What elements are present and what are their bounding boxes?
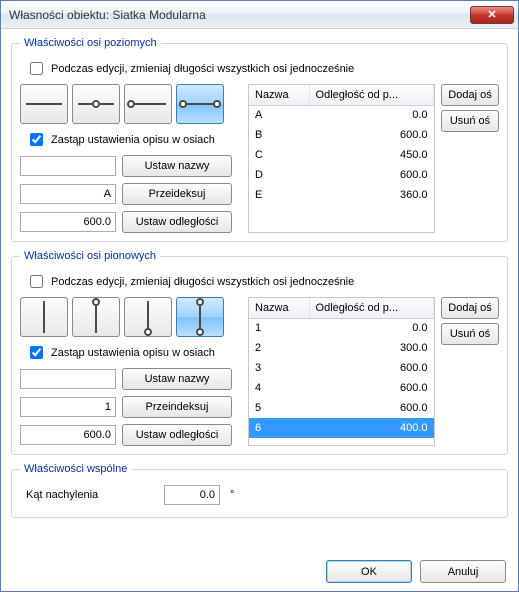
table-row[interactable]: 2300.0 [249, 338, 434, 358]
horiz-col-name[interactable]: Nazwa [249, 85, 309, 105]
cell-dist: 600.0 [309, 125, 433, 145]
cell-dist: 0.0 [309, 105, 433, 125]
vert-linestyle-row [20, 297, 242, 337]
vert-set-dist-button[interactable]: Ustaw odległości [122, 424, 232, 446]
cell-name: 6 [249, 418, 309, 438]
close-button[interactable]: ✕ [470, 6, 514, 24]
cell-dist: 600.0 [309, 378, 433, 398]
table-row[interactable]: A0.0 [249, 105, 434, 125]
vert-dist-input[interactable] [20, 425, 116, 445]
vert-del-axis-button[interactable]: Usuń oś [441, 323, 499, 345]
vert-linestyle-both[interactable] [176, 297, 224, 337]
table-row[interactable]: 5600.0 [249, 398, 434, 418]
cell-name: A [249, 105, 309, 125]
vert-edit-all-checkbox[interactable] [30, 275, 43, 288]
horiz-empty-input[interactable] [20, 156, 116, 176]
cell-dist: 450.0 [309, 145, 433, 165]
table-row[interactable]: 6400.0 [249, 418, 434, 438]
horiz-linestyle-row [20, 84, 242, 124]
horiz-linestyle-left[interactable] [124, 84, 172, 124]
horiz-linestyle-both[interactable] [176, 84, 224, 124]
cell-name: C [249, 145, 309, 165]
cell-name: 1 [249, 318, 309, 338]
angle-input[interactable] [164, 485, 220, 505]
cell-dist: 600.0 [309, 165, 433, 185]
cell-name: E [249, 185, 309, 205]
table-row[interactable]: D600.0 [249, 165, 434, 185]
cell-name: 5 [249, 398, 309, 418]
horiz-side-buttons: Dodaj oś Usuń oś [441, 84, 499, 233]
ok-button[interactable]: OK [326, 560, 412, 583]
table-row[interactable]: 4600.0 [249, 378, 434, 398]
angle-label: Kąt nachylenia [26, 489, 156, 501]
group-horizontal-axes: Właściwości osi poziomych Podczas edycji… [11, 37, 508, 242]
cell-name: B [249, 125, 309, 145]
vert-linestyle-bottom[interactable] [124, 297, 172, 337]
horiz-col-dist[interactable]: Odległość od p... [309, 85, 433, 105]
angle-unit: ° [230, 489, 234, 501]
dialog-footer: OK Anuluj [1, 552, 518, 591]
vert-left-column: Zastąp ustawienia opisu w osiach Ustaw n… [20, 297, 242, 446]
horiz-edit-all-checkbox[interactable] [30, 62, 43, 75]
horiz-edit-all-label: Podczas edycji, zmieniaj długości wszyst… [51, 63, 354, 75]
dialog-window: Własności obiektu: Siatka Modularna ✕ Wł… [0, 0, 519, 592]
cell-dist: 0.0 [309, 318, 433, 338]
horiz-name-input[interactable] [20, 184, 116, 204]
cell-dist: 360.0 [309, 185, 433, 205]
vert-add-axis-button[interactable]: Dodaj oś [441, 297, 499, 319]
group-vertical-axes: Właściwości osi pionowych Podczas edycji… [11, 250, 508, 455]
cell-dist: 600.0 [309, 358, 433, 378]
group-common-legend: Właściwości wspólne [20, 463, 131, 475]
dialog-body: Właściwości osi poziomych Podczas edycji… [1, 29, 518, 552]
horiz-override-label: Zastąp ustawienia opisu w osiach [51, 134, 215, 146]
group-vertical-legend: Właściwości osi pionowych [20, 250, 160, 262]
horiz-set-names-button[interactable]: Ustaw nazwy [122, 155, 232, 177]
horiz-dist-input[interactable] [20, 212, 116, 232]
table-row[interactable]: B600.0 [249, 125, 434, 145]
close-icon: ✕ [487, 8, 496, 21]
table-row[interactable]: 10.0 [249, 318, 434, 338]
vert-col-dist[interactable]: Odległość od p... [309, 298, 433, 318]
cell-name: 3 [249, 358, 309, 378]
vert-reindex-button[interactable]: Przeindeksuj [122, 396, 232, 418]
cell-dist: 400.0 [309, 418, 433, 438]
cell-name: 2 [249, 338, 309, 358]
table-row[interactable]: E360.0 [249, 185, 434, 205]
table-row[interactable]: 3600.0 [249, 358, 434, 378]
vert-linestyle-none[interactable] [20, 297, 68, 337]
horiz-reindex-button[interactable]: Przeideksuj [122, 183, 232, 205]
table-row[interactable]: C450.0 [249, 145, 434, 165]
horiz-set-dist-button[interactable]: Ustaw odległości [122, 211, 232, 233]
cell-name: 4 [249, 378, 309, 398]
vert-override-checkbox[interactable] [30, 346, 43, 359]
vert-override-label: Zastąp ustawienia opisu w osiach [51, 347, 215, 359]
vert-side-buttons: Dodaj oś Usuń oś [441, 297, 499, 446]
vert-empty-input[interactable] [20, 369, 116, 389]
horiz-add-axis-button[interactable]: Dodaj oś [441, 84, 499, 106]
vert-table[interactable]: Nazwa Odległość od p... 10.02300.03600.0… [248, 297, 435, 446]
vert-name-input[interactable] [20, 397, 116, 417]
horiz-override-checkbox[interactable] [30, 133, 43, 146]
cell-name: D [249, 165, 309, 185]
vert-edit-all-label: Podczas edycji, zmieniaj długości wszyst… [51, 276, 354, 288]
horiz-linestyle-mid[interactable] [72, 84, 120, 124]
vert-linestyle-top[interactable] [72, 297, 120, 337]
cancel-button[interactable]: Anuluj [420, 560, 506, 583]
vert-col-name[interactable]: Nazwa [249, 298, 309, 318]
horiz-del-axis-button[interactable]: Usuń oś [441, 110, 499, 132]
group-horizontal-legend: Właściwości osi poziomych [20, 37, 161, 49]
horiz-left-column: Zastąp ustawienia opisu w osiach Ustaw n… [20, 84, 242, 233]
horiz-table[interactable]: Nazwa Odległość od p... A0.0B600.0C450.0… [248, 84, 435, 233]
cell-dist: 600.0 [309, 398, 433, 418]
titlebar[interactable]: Własności obiektu: Siatka Modularna ✕ [1, 1, 518, 29]
window-title: Własności obiektu: Siatka Modularna [9, 8, 470, 22]
vert-set-names-button[interactable]: Ustaw nazwy [122, 368, 232, 390]
cell-dist: 300.0 [309, 338, 433, 358]
horiz-linestyle-none[interactable] [20, 84, 68, 124]
group-common: Właściwości wspólne Kąt nachylenia ° [11, 463, 508, 518]
